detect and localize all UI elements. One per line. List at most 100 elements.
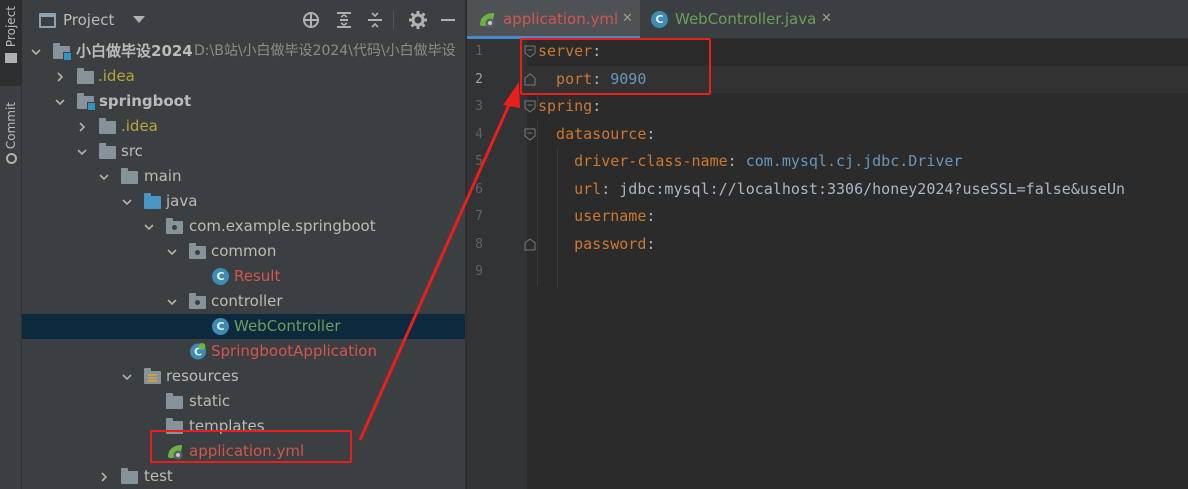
code-token: driver-class-name [538, 152, 728, 170]
code-token: password [538, 235, 647, 253]
tree-row-idea[interactable]: .idea [22, 64, 465, 89]
close-icon[interactable]: ✕ [622, 11, 633, 26]
tree-row-resources[interactable]: resources [22, 364, 465, 389]
code-token: : [727, 152, 746, 170]
tab-application-yml[interactable]: application.yml ✕ [467, 0, 640, 39]
fold-end-icon[interactable] [524, 238, 536, 251]
line-number: 5 [475, 154, 483, 169]
project-tool-label: Project [4, 6, 18, 48]
package-icon [166, 218, 183, 234]
line-number: 4 [475, 127, 483, 142]
locate-file-button[interactable] [301, 10, 321, 30]
chevron-down-icon[interactable] [29, 39, 43, 64]
code-token: : [646, 235, 656, 253]
tree-row-idea-inner[interactable]: .idea [22, 114, 465, 139]
tree-label: .idea [121, 117, 158, 135]
folder-icon [166, 393, 183, 409]
folder-icon [5, 53, 17, 64]
tree-label: WebController [234, 317, 341, 335]
code-line[interactable]: spring: [538, 93, 601, 120]
collapse-all-icon [368, 12, 382, 28]
collapse-all-button[interactable] [365, 10, 385, 30]
project-tree: 小白做毕设2024 D:\B站\小白做毕设2024\代码\小白做毕设 .idea… [22, 39, 465, 489]
tree-row-root-module[interactable]: 小白做毕设2024 D:\B站\小白做毕设2024\代码\小白做毕设 [22, 39, 465, 64]
chevron-down-icon[interactable] [165, 289, 179, 314]
chevron-down-icon[interactable] [120, 364, 134, 389]
tool-window-strip: Project Commit [0, 0, 22, 489]
fold-open-icon[interactable] [524, 100, 536, 113]
package-icon [189, 293, 206, 309]
project-view-icon [39, 13, 56, 28]
tree-label: springboot [99, 92, 192, 110]
code-token: com.mysql.cj.jdbc.Driver [745, 152, 963, 170]
tree-row-controller[interactable]: controller [22, 289, 465, 314]
chevron-down-icon[interactable] [165, 239, 179, 264]
editor-tab-bar: application.yml ✕ C WebController.java ✕ [467, 0, 1188, 39]
tree-label: java [166, 192, 198, 210]
source-folder-icon [144, 193, 161, 209]
settings-button[interactable] [408, 10, 428, 30]
folder-icon [99, 118, 116, 134]
code-token: username [538, 207, 647, 225]
tree-row-static[interactable]: static [22, 389, 465, 414]
tree-label: 小白做毕设2024 [76, 42, 193, 60]
tree-label: .idea [98, 67, 135, 85]
line-number: 3 [475, 99, 483, 114]
project-panel-header: Project [22, 0, 465, 40]
chevron-down-icon[interactable] [75, 139, 89, 164]
tree-path: D:\B站\小白做毕设2024\代码\小白做毕设 [194, 43, 456, 59]
tree-row-test[interactable]: test [22, 464, 465, 489]
code-line[interactable]: username: [538, 203, 655, 230]
tree-row-common[interactable]: common [22, 239, 465, 264]
code-token: : [646, 125, 656, 143]
tree-row-java[interactable]: java [22, 189, 465, 214]
chevron-down-icon[interactable] [133, 16, 145, 23]
tree-row-springboot[interactable]: springboot [22, 89, 465, 114]
line-number: 8 [475, 237, 483, 252]
chevron-right-icon[interactable] [75, 114, 89, 139]
toolbar-divider [393, 11, 394, 29]
tree-row-springbootapplication[interactable]: C SpringbootApplication [22, 339, 465, 364]
tree-label: test [144, 467, 173, 485]
module-folder-icon [77, 93, 96, 111]
commit-tool-button[interactable]: Commit [0, 100, 22, 180]
tree-row-src[interactable]: src [22, 139, 465, 164]
code-line[interactable]: url: jdbc:mysql://localhost:3306/honey20… [538, 176, 1125, 203]
code-line[interactable]: password: [538, 231, 655, 258]
chevron-right-icon[interactable] [97, 464, 111, 489]
tree-row-package-root[interactable]: com.example.springboot [22, 214, 465, 239]
folder-icon [99, 143, 116, 159]
crosshair-icon [303, 12, 319, 28]
code-token: url [538, 180, 602, 198]
code-line[interactable]: datasource: [538, 121, 655, 148]
chevron-down-icon[interactable] [53, 89, 67, 114]
chevron-right-icon[interactable] [53, 64, 67, 89]
folder-icon [121, 468, 138, 484]
chevron-down-icon[interactable] [120, 189, 134, 214]
folder-icon [121, 168, 138, 184]
chevron-down-icon[interactable] [97, 164, 111, 189]
code-token: : jdbc:mysql://localhost:3306/honey2024?… [601, 180, 1126, 198]
code-line[interactable]: driver-class-name: com.mysql.cj.jdbc.Dri… [538, 148, 962, 175]
chevron-down-icon[interactable] [142, 214, 156, 239]
project-panel: Project 小白做毕设2024 D:\B站\小白做毕设2024\代码\小白做… [22, 0, 466, 489]
hide-panel-button[interactable] [438, 10, 458, 30]
spring-boot-class-icon: C [190, 343, 206, 360]
project-tool-button[interactable]: Project [0, 0, 22, 86]
tree-label: com.example.springboot [189, 217, 376, 235]
fold-open-icon[interactable] [524, 128, 536, 141]
tab-label: WebController.java [675, 10, 817, 28]
tab-webcontroller-java[interactable]: C WebController.java ✕ [641, 0, 841, 39]
close-icon[interactable]: ✕ [821, 11, 832, 26]
commit-icon [5, 153, 17, 165]
tree-label: static [189, 392, 231, 410]
class-icon: C [212, 268, 229, 285]
line-number: 9 [475, 264, 483, 279]
spring-yaml-icon [480, 13, 495, 28]
tree-row-main[interactable]: main [22, 164, 465, 189]
tree-row-webcontroller[interactable]: C WebController [22, 314, 465, 339]
tree-row-result[interactable]: C Result [22, 264, 465, 289]
gear-icon [409, 11, 427, 29]
project-panel-title[interactable]: Project [63, 11, 114, 29]
expand-all-button[interactable] [334, 10, 354, 30]
